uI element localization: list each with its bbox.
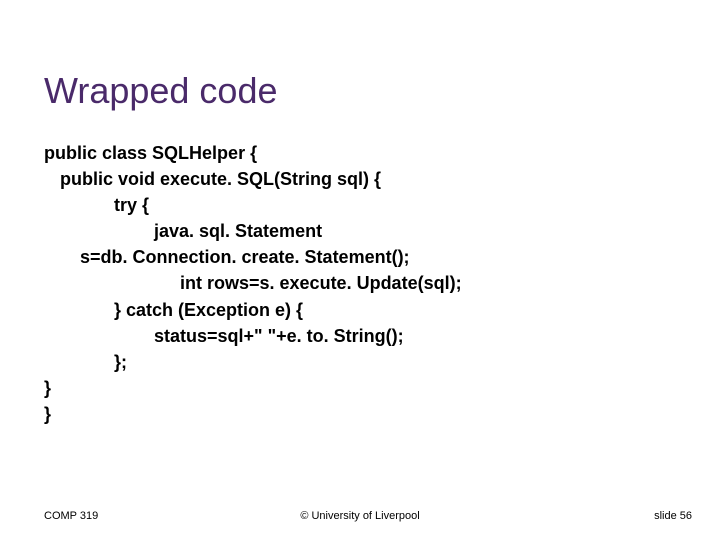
code-line: };	[44, 349, 720, 375]
code-line: public void execute. SQL(String sql) {	[44, 166, 720, 192]
footer-slide-number: slide 56	[654, 510, 692, 522]
code-line: java. sql. Statement	[44, 218, 720, 244]
code-line: }	[44, 375, 720, 401]
code-line: int rows=s. execute. Update(sql);	[44, 270, 720, 296]
footer-copyright: © University of Liverpool	[300, 510, 419, 522]
code-line: }	[44, 401, 720, 427]
slide-title: Wrapped code	[0, 0, 720, 112]
code-line: } catch (Exception e) {	[44, 297, 720, 323]
code-block: public class SQLHelper { public void exe…	[0, 112, 720, 427]
code-line: public class SQLHelper {	[44, 140, 720, 166]
footer-course-code: COMP 319	[44, 510, 98, 522]
code-line: status=sql+" "+e. to. String();	[44, 323, 720, 349]
code-line: try {	[44, 192, 720, 218]
code-line: s=db. Connection. create. Statement();	[44, 244, 720, 270]
